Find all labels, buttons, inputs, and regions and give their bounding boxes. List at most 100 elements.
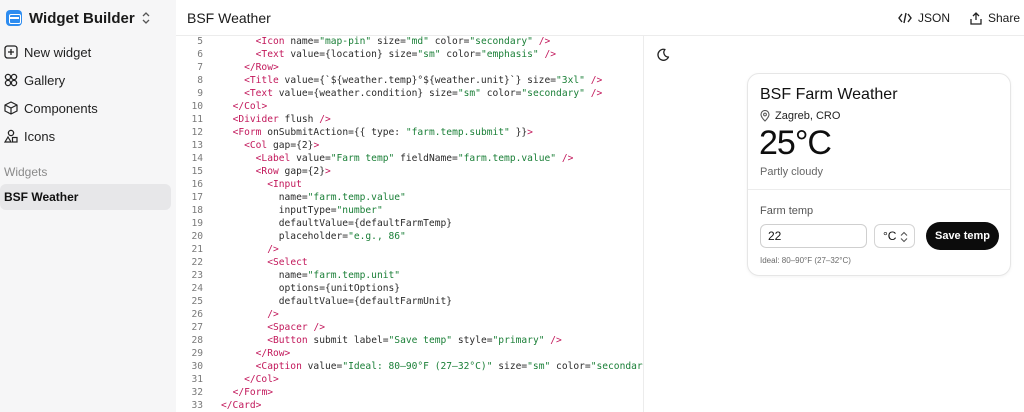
- code-line[interactable]: 18 inputType="number": [176, 204, 643, 217]
- code-line[interactable]: 6 <Text value={location} size="sm" color…: [176, 48, 643, 61]
- nav-components[interactable]: Components: [4, 97, 98, 119]
- code-text: <Title value={`${weather.temp}°${weather…: [244, 75, 603, 86]
- code-text: <Text value={location} size="sm" color="…: [255, 49, 557, 60]
- app-switcher[interactable]: Widget Builder: [6, 8, 151, 28]
- line-number: 30: [191, 361, 203, 372]
- widgets-section-label: Widgets: [4, 165, 48, 179]
- share-icon: [970, 11, 982, 25]
- code-line[interactable]: 32 </Form>: [176, 386, 643, 399]
- json-label: JSON: [918, 11, 951, 25]
- line-number: 12: [191, 127, 203, 138]
- code-text: <Caption value="Ideal: 80–90°F (27–32°C)…: [255, 361, 643, 372]
- temperature-title: 25°C: [759, 124, 832, 162]
- nav-label: Icons: [24, 128, 56, 144]
- code-text: name="farm.temp.unit": [221, 270, 401, 281]
- nav-label: Gallery: [24, 72, 66, 88]
- ideal-caption: Ideal: 80–90°F (27–32°C): [760, 256, 851, 265]
- code-text: <Form onSubmitAction={{ type: "farm.temp…: [232, 127, 533, 138]
- code-line[interactable]: 13 <Col gap={2}>: [176, 139, 643, 152]
- code-line[interactable]: 22 <Select: [176, 256, 643, 269]
- code-text: <Button submit label="Save temp" style="…: [267, 335, 562, 346]
- line-number: 8: [197, 75, 203, 86]
- code-line[interactable]: 29 </Row>: [176, 347, 643, 360]
- line-number: 15: [191, 166, 203, 177]
- app-logo-icon: [6, 10, 22, 26]
- widget-item-bsf-weather[interactable]: BSF Weather: [0, 184, 171, 210]
- share-button[interactable]: Share: [970, 9, 1020, 27]
- json-button[interactable]: JSON: [898, 9, 950, 27]
- line-number: 10: [191, 101, 203, 112]
- code-line[interactable]: 7 </Row>: [176, 61, 643, 74]
- code-line[interactable]: 30 <Caption value="Ideal: 80–90°F (27–32…: [176, 360, 643, 373]
- code-text: </Form>: [232, 387, 273, 398]
- line-number: 20: [191, 231, 203, 242]
- code-text: </Col>: [232, 101, 268, 112]
- unit-select[interactable]: °C: [874, 224, 915, 248]
- line-number: 31: [191, 374, 203, 385]
- line-number: 24: [191, 283, 203, 294]
- code-line[interactable]: 11 <Divider flush />: [176, 113, 643, 126]
- code-text: <Col gap={2}>: [244, 140, 320, 151]
- code-text: />: [267, 309, 279, 320]
- code-line[interactable]: 15 <Row gap={2}>: [176, 165, 643, 178]
- code-line[interactable]: 33 </Card>: [176, 399, 643, 412]
- code-line[interactable]: 5 <Icon name="map-pin" size="md" color="…: [176, 36, 643, 48]
- code-editor[interactable]: 5 <Icon name="map-pin" size="md" color="…: [176, 36, 644, 412]
- code-text: <Icon name="map-pin" size="md" color="se…: [255, 36, 551, 47]
- top-bar: BSF Weather JSON Share: [176, 0, 1024, 36]
- nav-gallery[interactable]: Gallery: [4, 69, 65, 91]
- code-line[interactable]: 23 name="farm.temp.unit": [176, 269, 643, 282]
- dark-mode-toggle-icon[interactable]: [656, 48, 670, 62]
- farm-temp-input[interactable]: [760, 224, 867, 248]
- line-number: 17: [191, 192, 203, 203]
- app-name: Widget Builder: [29, 9, 135, 27]
- code-line[interactable]: 25 defaultValue={defaultFarmUnit}: [176, 295, 643, 308]
- line-number: 32: [191, 387, 203, 398]
- weather-card: BSF Farm Weather Zagreb, CRO 25°C Partly…: [747, 73, 1011, 276]
- nav-icons[interactable]: Icons: [4, 125, 55, 147]
- code-line[interactable]: 9 <Text value={weather.condition} size="…: [176, 87, 643, 100]
- plus-square-icon: [4, 45, 18, 59]
- line-number: 7: [197, 62, 203, 73]
- code-line[interactable]: 24 options={unitOptions}: [176, 282, 643, 295]
- code-text: <Spacer />: [267, 322, 325, 333]
- code-line[interactable]: 27 <Spacer />: [176, 321, 643, 334]
- line-number: 26: [191, 309, 203, 320]
- gallery-grid-icon: [4, 73, 18, 87]
- code-line[interactable]: 12 <Form onSubmitAction={{ type: "farm.t…: [176, 126, 643, 139]
- code-line[interactable]: 28 <Button submit label="Save temp" styl…: [176, 334, 643, 347]
- code-text: <Text value={weather.condition} size="sm…: [244, 88, 603, 99]
- line-number: 13: [191, 140, 203, 151]
- code-text: <Input: [267, 179, 302, 190]
- code-line[interactable]: 14 <Label value="Farm temp" fieldName="f…: [176, 152, 643, 165]
- save-temp-button[interactable]: Save temp: [926, 222, 999, 250]
- code-text: defaultValue={defaultFarmTemp}: [221, 218, 453, 229]
- chevron-updown-icon: [142, 12, 150, 24]
- line-number: 18: [191, 205, 203, 216]
- code-line[interactable]: 17 name="farm.temp.value": [176, 191, 643, 204]
- code-line[interactable]: 19 defaultValue={defaultFarmTemp}: [176, 217, 643, 230]
- share-label: Share: [988, 11, 1021, 25]
- nav-label: Components: [24, 100, 98, 116]
- code-line[interactable]: 20 placeholder="e.g., 86": [176, 230, 643, 243]
- sidebar: Widget Builder New widget Gallery Compon…: [0, 0, 176, 412]
- nav-new-widget[interactable]: New widget: [4, 41, 91, 63]
- code-text: <Row gap={2}>: [255, 166, 331, 177]
- code-line[interactable]: 10 </Col>: [176, 100, 643, 113]
- line-number: 6: [197, 49, 203, 60]
- code-line[interactable]: 8 <Title value={`${weather.temp}°${weath…: [176, 74, 643, 87]
- code-line[interactable]: 26 />: [176, 308, 643, 321]
- code-line[interactable]: 31 </Col>: [176, 373, 643, 386]
- line-number: 5: [197, 36, 203, 47]
- line-number: 23: [191, 270, 203, 281]
- line-number: 14: [191, 153, 203, 164]
- code-text: </Card>: [221, 400, 262, 411]
- code-text: name="farm.temp.value": [221, 192, 406, 203]
- line-number: 29: [191, 348, 203, 359]
- code-line[interactable]: 21 />: [176, 243, 643, 256]
- code-line[interactable]: 16 <Input: [176, 178, 643, 191]
- code-text: </Col>: [244, 374, 279, 385]
- line-number: 9: [197, 88, 203, 99]
- unit-select-value: °C: [883, 229, 897, 243]
- map-pin-icon: [760, 110, 770, 122]
